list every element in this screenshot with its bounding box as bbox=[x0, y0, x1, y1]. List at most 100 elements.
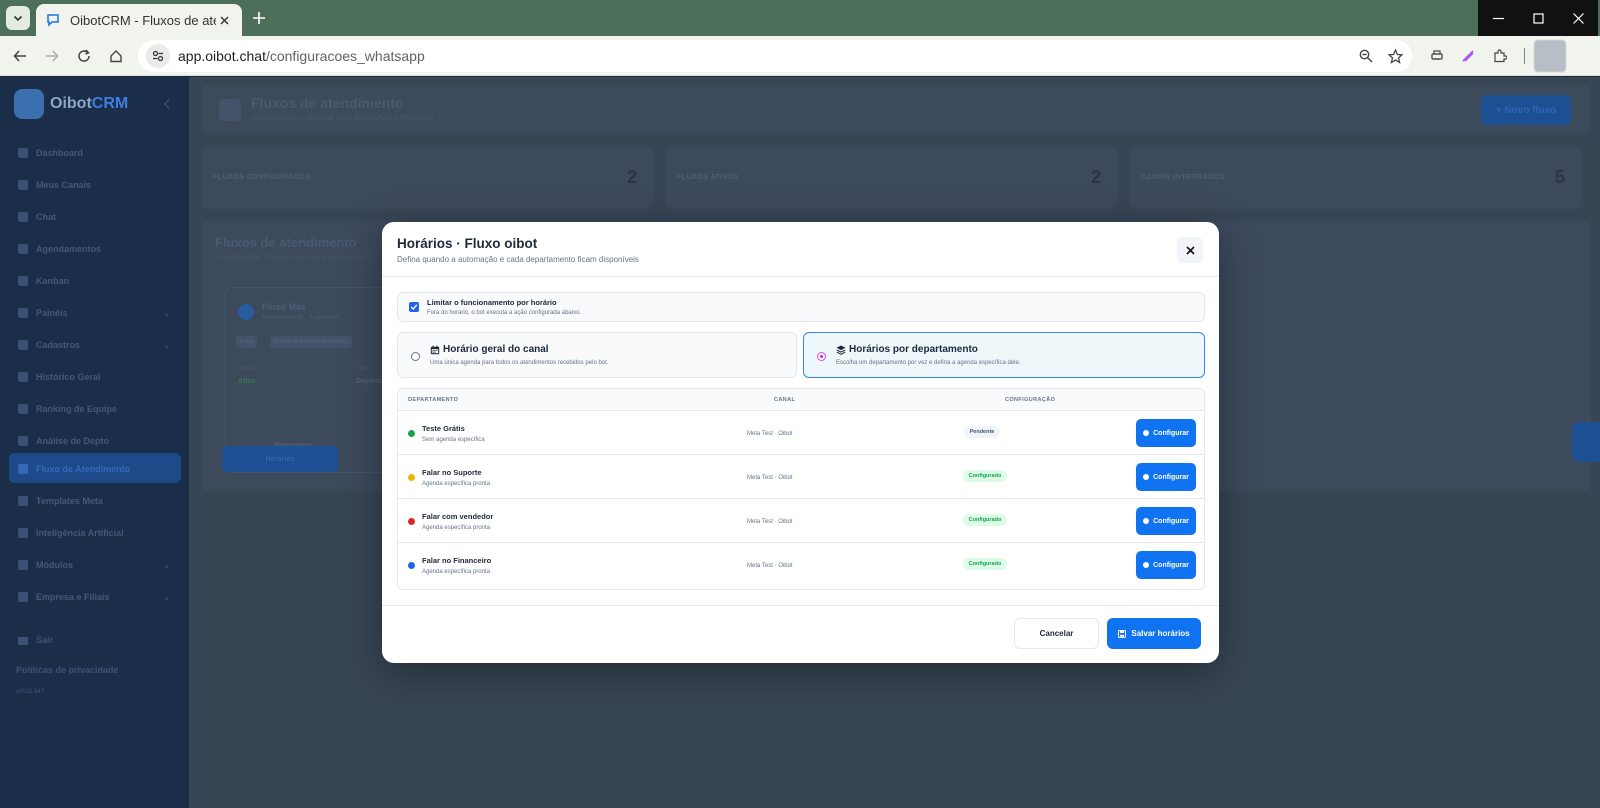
department-schedule-status: Sem agenda específica bbox=[422, 437, 485, 443]
general-hours-label: Horário geral do canal bbox=[443, 344, 549, 355]
sidebar-item[interactable]: Templates Meta bbox=[18, 491, 178, 511]
stat-value: 5 bbox=[1554, 167, 1565, 187]
sidebar-item-label: Inteligência Artificial bbox=[36, 528, 124, 538]
flow-name: Fluxo Max bbox=[262, 302, 307, 312]
check-icon bbox=[410, 304, 418, 310]
sidebar-item[interactable]: Inteligência Artificial bbox=[18, 523, 178, 543]
flow-sub: Funcionamento · 3 canais/dh bbox=[262, 315, 340, 321]
option-department-hours[interactable]: Horários por departamento Escolha um dep… bbox=[803, 332, 1205, 378]
url-host: app.oibot.chat bbox=[178, 48, 266, 64]
sidebar-item-icon bbox=[18, 180, 28, 190]
stat-value: 2 bbox=[1090, 167, 1101, 187]
sidebar-item[interactable]: Dashboard bbox=[18, 143, 178, 163]
chevron-down-icon: ⌄ bbox=[163, 308, 170, 318]
page-title: Fluxos de atendimento bbox=[251, 95, 404, 111]
column-header-channel: CANAL bbox=[774, 397, 796, 403]
sidebar-item[interactable]: Cadastros ⌄ bbox=[18, 335, 178, 355]
schedule-button[interactable]: Horários bbox=[222, 446, 338, 472]
sidebar-item[interactable]: Painéis ⌄ bbox=[18, 303, 178, 323]
privacy-link[interactable]: Políticas de privacidade bbox=[16, 665, 119, 675]
forward-button[interactable] bbox=[40, 44, 64, 68]
save-hours-label: Salvar horários bbox=[1131, 629, 1190, 638]
sidebar-item[interactable]: Kanban bbox=[18, 271, 178, 291]
tab-close-button[interactable] bbox=[216, 12, 232, 28]
brand-prefix: Oibot bbox=[50, 95, 92, 112]
profile-avatar[interactable] bbox=[1534, 40, 1566, 72]
arrow-right-icon bbox=[46, 50, 59, 62]
back-button[interactable] bbox=[8, 44, 32, 68]
window-minimize-button[interactable] bbox=[1478, 0, 1518, 36]
extension-pen-icon[interactable] bbox=[1456, 44, 1480, 68]
department-color-dot bbox=[408, 474, 415, 481]
close-icon bbox=[1185, 245, 1195, 255]
limit-hours-subtitle: Fora do horário, o bot executa a ação co… bbox=[427, 310, 582, 316]
configure-label: Configurar bbox=[1153, 561, 1189, 569]
sidebar-item-icon bbox=[18, 244, 28, 254]
home-button[interactable] bbox=[104, 44, 128, 68]
sidebar-item[interactable]: Módulos ⌄ bbox=[18, 555, 178, 575]
address-bar[interactable]: app.oibot.chat/configuracoes_whatsapp bbox=[138, 40, 1412, 72]
sidebar-item-label: Histórico Geral bbox=[36, 372, 101, 382]
sidebar-item[interactable]: Meus Canais bbox=[18, 175, 178, 195]
flow-avatar bbox=[238, 304, 254, 320]
sidebar-item[interactable]: Agendamentos bbox=[18, 239, 178, 259]
side-panel-toggle[interactable] bbox=[1572, 422, 1600, 462]
modal-close-button[interactable] bbox=[1177, 237, 1203, 263]
brand-logo[interactable]: OibotCRM bbox=[14, 89, 128, 119]
status-label: Status bbox=[238, 366, 256, 372]
sidebar-item[interactable]: Histórico Geral bbox=[18, 367, 178, 387]
sidebar-item[interactable]: Análise de Depto bbox=[18, 431, 178, 451]
brand-suffix: CRM bbox=[91, 95, 129, 112]
site-info-icon[interactable] bbox=[146, 44, 170, 68]
zoom-icon[interactable] bbox=[1354, 44, 1378, 68]
sidebar-item[interactable]: Empresa e Filiais ⌄ bbox=[18, 587, 178, 607]
brand-name: OibotCRM bbox=[50, 95, 128, 113]
department-name: Teste Grátis bbox=[422, 424, 465, 433]
configure-button[interactable]: Configurar bbox=[1136, 551, 1196, 579]
sidebar-item[interactable]: Fluxo de Atendimento bbox=[18, 459, 178, 479]
sidebar-item-icon bbox=[18, 340, 28, 350]
table-row: Falar no Financeiro Agenda específica pr… bbox=[398, 543, 1204, 587]
clock-icon bbox=[1143, 430, 1150, 436]
sidebar-item-label: Kanban bbox=[36, 276, 70, 286]
general-hours-radio[interactable] bbox=[411, 352, 420, 361]
extension-printer-icon[interactable] bbox=[1425, 44, 1449, 68]
toolbar-separator bbox=[1524, 48, 1525, 64]
sidebar-item-icon bbox=[18, 148, 28, 158]
limit-hours-option[interactable]: Limitar o funcionamento por horário Fora… bbox=[397, 292, 1205, 322]
configure-button[interactable]: Configurar bbox=[1136, 507, 1196, 535]
configure-label: Configurar bbox=[1153, 429, 1189, 437]
home-icon bbox=[110, 50, 122, 63]
department-schedule-status: Agenda específica pronta bbox=[422, 525, 491, 531]
tab-search-button[interactable] bbox=[6, 6, 30, 30]
limit-hours-title: Limitar o funcionamento por horário bbox=[427, 298, 557, 307]
configure-button[interactable]: Configurar bbox=[1136, 463, 1196, 491]
department-color-dot bbox=[408, 518, 415, 525]
configure-button[interactable]: Configurar bbox=[1136, 419, 1196, 447]
logout-link[interactable]: Sair bbox=[18, 635, 53, 645]
save-hours-button[interactable]: Salvar horários bbox=[1107, 618, 1201, 649]
new-tab-button[interactable] bbox=[248, 7, 270, 29]
reload-button[interactable] bbox=[72, 44, 96, 68]
sidebar-item-icon bbox=[18, 276, 28, 286]
extensions-puzzle-icon[interactable] bbox=[1488, 44, 1512, 68]
cancel-button[interactable]: Cancelar bbox=[1014, 618, 1099, 649]
limit-hours-checkbox[interactable] bbox=[409, 302, 419, 312]
sidebar-item-icon bbox=[18, 372, 28, 382]
status-badge: Pendente bbox=[964, 426, 1000, 438]
stat-label: FLUXOS CONFIGURADOS bbox=[213, 174, 311, 181]
department-hours-radio[interactable] bbox=[817, 352, 826, 361]
window-maximize-button[interactable] bbox=[1518, 0, 1558, 36]
new-flow-button[interactable]: + Novo fluxo bbox=[1481, 95, 1571, 125]
browser-tab[interactable]: OibotCRM - Fluxos de atendime bbox=[36, 4, 242, 36]
sidebar-item-label: Chat bbox=[36, 212, 56, 222]
reload-icon bbox=[78, 49, 90, 62]
option-general-hours[interactable]: Horário geral do canal Uma única agenda … bbox=[397, 332, 797, 378]
bookmark-star-icon[interactable] bbox=[1383, 44, 1407, 68]
sidebar-collapse-icon[interactable] bbox=[160, 97, 174, 111]
window-close-button[interactable] bbox=[1558, 0, 1598, 36]
sidebar-item[interactable]: Ranking de Equipe bbox=[18, 399, 178, 419]
stat-value: 2 bbox=[626, 167, 637, 187]
sidebar-item[interactable]: Chat bbox=[18, 207, 178, 227]
clock-icon bbox=[1143, 474, 1150, 480]
